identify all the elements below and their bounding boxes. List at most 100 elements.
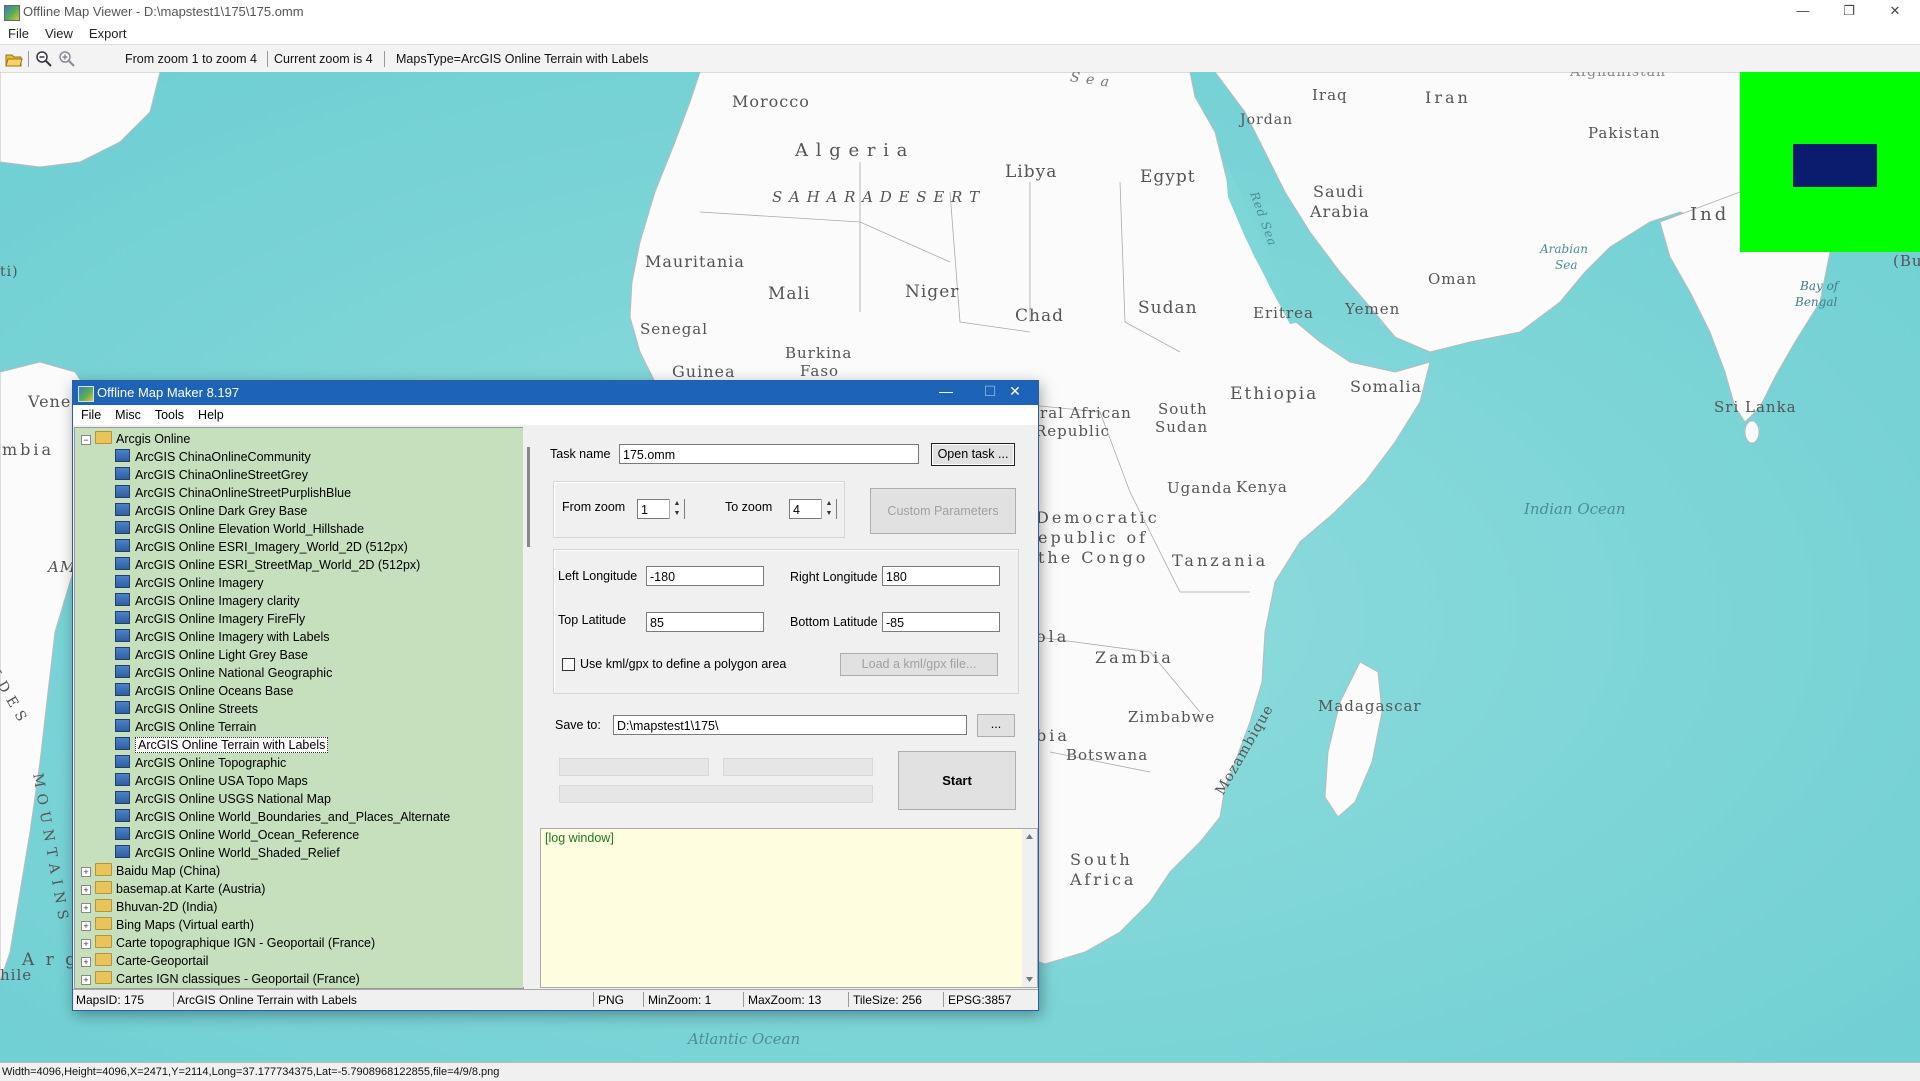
maximize-button[interactable]: ❐ xyxy=(1826,0,1872,24)
expand-icon[interactable]: + xyxy=(81,957,91,967)
close-button[interactable]: ✕ xyxy=(1872,0,1918,24)
left-longitude-input[interactable]: -180 xyxy=(646,566,764,586)
tree-scrollbar[interactable] xyxy=(523,427,539,987)
dialog-menu-file[interactable]: File xyxy=(73,405,107,422)
status-tile-size: TileSize: 256 xyxy=(853,993,922,1007)
dialog-menu-misc[interactable]: Misc xyxy=(107,405,147,422)
expand-icon[interactable]: + xyxy=(81,903,91,913)
menu-view[interactable]: View xyxy=(37,24,81,41)
expand-icon[interactable]: + xyxy=(81,885,91,895)
overview-minimap[interactable] xyxy=(1740,72,1920,252)
task-name-input[interactable]: 175.omm xyxy=(619,444,919,464)
tree-item[interactable]: ArcGIS Online Terrain xyxy=(115,718,256,736)
map-label-yemen: Yemen xyxy=(1345,300,1401,318)
tree-item[interactable]: ArcGIS Online Imagery clarity xyxy=(115,592,300,610)
map-label-bay-bengal-1: Bay of xyxy=(1800,279,1839,293)
dialog-menu-help[interactable]: Help xyxy=(190,405,230,422)
tree-item[interactable]: ArcGIS Online World_Ocean_Reference xyxy=(115,826,359,844)
save-to-input[interactable]: D:\mapstest1\175\ xyxy=(613,715,967,735)
tree-item[interactable]: ArcGIS Online Light Grey Base xyxy=(115,646,308,664)
tree-item[interactable]: ArcGIS Online World_Boundaries_and_Place… xyxy=(115,808,450,826)
menu-export[interactable]: Export xyxy=(81,24,135,41)
expand-icon[interactable]: + xyxy=(81,921,91,931)
tree-item[interactable]: ArcGIS ChinaOnlineCommunity xyxy=(115,448,311,466)
map-label-sahara: S A H A R A D E S E R T xyxy=(772,188,981,206)
dialog-menu-tools[interactable]: Tools xyxy=(147,405,190,422)
tree-item-label: ArcGIS Online Imagery xyxy=(135,576,264,590)
folder-icon xyxy=(95,863,112,876)
collapse-icon[interactable]: − xyxy=(81,435,91,445)
expand-icon[interactable]: + xyxy=(81,939,91,949)
to-zoom-input[interactable]: 4 ▲ ▼ xyxy=(789,499,837,519)
custom-parameters-button[interactable]: Custom Parameters xyxy=(870,488,1016,534)
top-latitude-input[interactable]: 85 xyxy=(646,612,764,632)
from-zoom-input[interactable]: 1 ▲ ▼ xyxy=(637,499,685,519)
status-divider xyxy=(743,992,744,1007)
tree-item[interactable]: ArcGIS Online Oceans Base xyxy=(115,682,293,700)
map-label-afghanistan: Afghanistan xyxy=(1570,72,1667,80)
tree-item-label: ArcGIS Online World_Boundaries_and_Place… xyxy=(135,810,451,824)
tree-item[interactable]: ArcGIS Online Dark Grey Base xyxy=(115,502,307,520)
tree-item[interactable]: ArcGIS ChinaOnlineStreetPurplishBlue xyxy=(115,484,351,502)
tree-item[interactable]: ArcGIS ChinaOnlineStreetGrey xyxy=(115,466,308,484)
kml-polygon-checkbox[interactable] xyxy=(562,658,575,671)
map-label-saudi: Saudi xyxy=(1313,182,1365,201)
map-source-icon xyxy=(115,665,130,678)
from-zoom-spinner-icon[interactable]: ▲ ▼ xyxy=(669,499,684,519)
map-label-mauritania: Mauritania xyxy=(645,252,745,271)
tree-item[interactable]: ArcGIS Online Streets xyxy=(115,700,258,718)
expand-icon[interactable]: + xyxy=(81,867,91,877)
tree-item-label: ArcGIS Online Elevation World_Hillshade xyxy=(135,522,365,536)
tree-item[interactable]: ArcGIS Online Imagery with Labels xyxy=(115,628,330,646)
tree-item[interactable]: ArcGIS Online Imagery FireFly xyxy=(115,610,305,628)
expand-icon[interactable]: + xyxy=(81,975,91,985)
folder-icon xyxy=(95,917,112,930)
tree-item[interactable]: ArcGIS Online Topographic xyxy=(115,754,286,772)
dialog-close-button[interactable]: ✕ xyxy=(993,383,1037,400)
minimize-button[interactable]: — xyxy=(1780,0,1826,24)
tree-item[interactable]: ArcGIS Online Terrain with Labels xyxy=(115,736,329,754)
top-latitude-label: Top Latitude xyxy=(558,613,627,627)
tree-item[interactable]: ArcGIS Online Imagery xyxy=(115,574,264,592)
map-label-ethiopia: Ethiopia xyxy=(1230,384,1319,404)
tree-scrollbar-thumb[interactable] xyxy=(527,447,530,547)
zoom-out-icon[interactable] xyxy=(35,50,53,68)
browse-folder-button[interactable]: ... xyxy=(977,714,1015,737)
open-folder-icon[interactable] xyxy=(5,50,23,68)
map-label-drc-1: Democratic xyxy=(1036,508,1160,527)
progress-bar-total xyxy=(559,785,873,803)
open-task-button[interactable]: Open task ... xyxy=(931,443,1015,466)
load-kml-button[interactable]: Load a kml/gpx file... xyxy=(840,653,998,676)
tree-item[interactable]: ArcGIS Online ESRI_StreetMap_World_2D (5… xyxy=(115,556,420,574)
tree-item[interactable]: ArcGIS Online World_Shaded_Relief xyxy=(115,844,340,862)
map-label-south-africa-2: Africa xyxy=(1070,870,1137,889)
dialog-minimize-button[interactable]: — xyxy=(924,383,968,399)
tree-item[interactable]: ArcGIS Online ESRI_Imagery_World_2D (512… xyxy=(115,538,408,556)
tree-item[interactable]: ArcGIS Online USA Topo Maps xyxy=(115,772,308,790)
bottom-latitude-input[interactable]: -85 xyxy=(882,612,1000,632)
map-label-botswana: Botswana xyxy=(1066,746,1149,764)
tree-item-label: ArcGIS ChinaOnlineCommunity xyxy=(135,450,311,464)
bottom-latitude-label: Bottom Latitude xyxy=(790,615,878,629)
menu-file[interactable]: File xyxy=(0,24,37,41)
map-label-burkina-1: Burkina xyxy=(785,344,853,362)
to-zoom-spinner-icon[interactable]: ▲ ▼ xyxy=(821,499,836,519)
log-window[interactable]: [log window] xyxy=(540,828,1038,988)
zoom-in-icon[interactable] xyxy=(58,50,76,68)
right-longitude-input[interactable]: 180 xyxy=(882,566,1000,586)
tree-item[interactable]: ArcGIS Online National Geographic xyxy=(115,664,332,682)
tree-item[interactable]: ArcGIS Online USGS National Map xyxy=(115,790,331,808)
zoom-range-text: From zoom 1 to zoom 4 xyxy=(125,52,257,66)
folder-icon xyxy=(95,899,112,912)
tree-item-label: ArcGIS Online ESRI_StreetMap_World_2D (5… xyxy=(135,558,421,572)
start-button[interactable]: Start xyxy=(898,751,1016,810)
log-scrollbar[interactable] xyxy=(1022,829,1037,987)
map-label-libya: Libya xyxy=(1005,162,1058,182)
dialog-status-bar: MapsID: 175 ArcGIS Online Terrain with L… xyxy=(73,989,1038,1010)
tree-item-label: ArcGIS Online National Geographic xyxy=(135,666,333,680)
tree-item[interactable]: ArcGIS Online Elevation World_Hillshade xyxy=(115,520,364,538)
map-label-sudan: Sudan xyxy=(1138,298,1198,318)
status-divider xyxy=(848,992,849,1007)
map-source-tree[interactable]: − Arcgis Online ArcGIS ChinaOnlineCommun… xyxy=(74,427,524,989)
overview-viewport-rect[interactable] xyxy=(1793,144,1877,187)
